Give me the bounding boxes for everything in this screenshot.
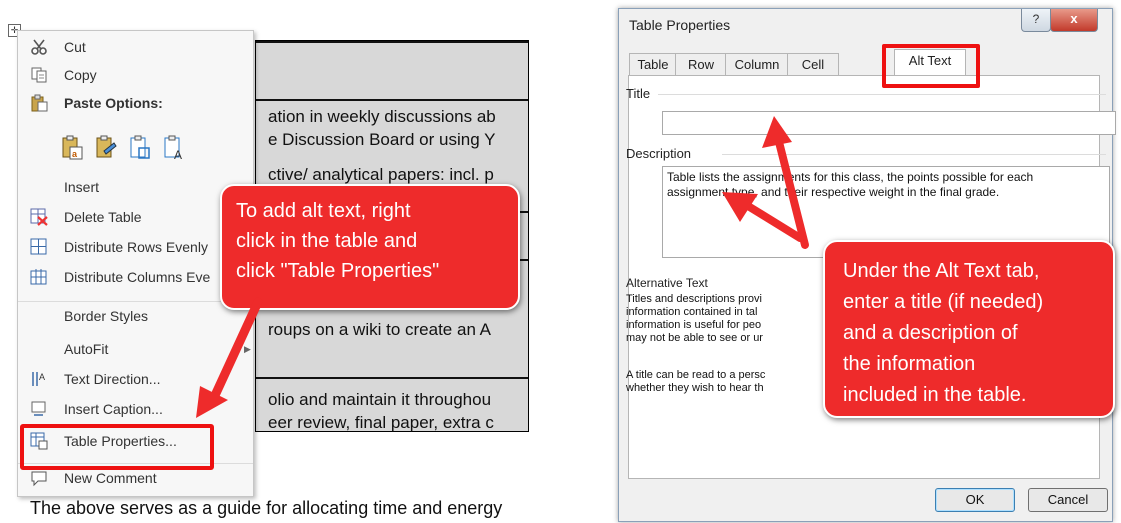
doc-line: e Discussion Board or using Y xyxy=(268,130,496,149)
delete-table-icon xyxy=(30,208,48,226)
tab-row[interactable]: Row xyxy=(675,53,727,76)
distribute-rows-icon xyxy=(30,238,47,255)
menu-label: Border Styles xyxy=(64,308,149,324)
ok-button[interactable]: OK xyxy=(935,488,1015,512)
alt-text-line: information contained in tal xyxy=(626,306,758,318)
paste-merge-formatting-icon[interactable] xyxy=(96,135,118,161)
menu-item-distribute-columns[interactable]: Distribute Columns Eve xyxy=(18,263,253,291)
svg-text:A: A xyxy=(39,372,45,382)
menu-item-paste-options: Paste Options: xyxy=(18,89,253,117)
cancel-button[interactable]: Cancel xyxy=(1028,488,1108,512)
callout-line: the information xyxy=(843,353,976,375)
paste-options-row: a A xyxy=(62,135,252,165)
text-direction-icon: A xyxy=(32,372,45,386)
caption-icon xyxy=(31,401,46,416)
menu-label: Text Direction... xyxy=(64,371,161,387)
menu-label: Insert xyxy=(64,179,100,195)
menu-item-cut[interactable]: Cut xyxy=(18,33,253,61)
paste-text-only-icon[interactable]: A xyxy=(164,135,186,161)
alt-text-line: A title can be read to a persc xyxy=(626,369,766,381)
alt-text-line: Titles and descriptions provi xyxy=(626,293,762,305)
menu-label: Paste Options: xyxy=(64,95,163,111)
callout-line: included in the table. xyxy=(843,384,1027,406)
alt-text-line: may not be able to see or ur xyxy=(626,332,763,344)
help-button[interactable]: ? xyxy=(1021,9,1051,32)
doc-line: olio and maintain it throughou xyxy=(268,390,492,409)
comment-icon xyxy=(31,471,47,487)
alt-text-line: information is useful for peo xyxy=(626,319,762,331)
menu-label: AutoFit xyxy=(64,341,109,357)
menu-label: Copy xyxy=(64,67,97,83)
dialog-title: Table Properties xyxy=(629,17,731,33)
alt-text-line: whether they wish to hear th xyxy=(626,382,764,394)
callout-line: click in the table and xyxy=(236,230,418,252)
alt-text-tab-highlight xyxy=(882,44,980,88)
menu-label: Distribute Rows Evenly xyxy=(64,239,208,255)
menu-label: Cut xyxy=(64,39,86,55)
title-label: Title xyxy=(626,86,651,101)
callout-line: Under the Alt Text tab, xyxy=(843,260,1040,282)
menu-item-delete-table[interactable]: Delete Table xyxy=(18,203,253,231)
doc-line: roups on a wiki to create an A xyxy=(268,320,492,339)
callout-line: click "Table Properties" xyxy=(236,260,440,282)
menu-item-distribute-rows[interactable]: Distribute Rows Evenly xyxy=(18,233,253,261)
paste-keep-formatting-icon[interactable]: a xyxy=(62,135,84,161)
doc-line: ation in weekly discussions ab xyxy=(268,107,496,126)
instruction-callout-right: Under the Alt Text tab, enter a title (i… xyxy=(823,240,1115,418)
alt-text-heading: Alternative Text xyxy=(626,276,708,290)
menu-label: Distribute Columns Eve xyxy=(64,269,211,285)
tab-table[interactable]: Table xyxy=(629,53,677,76)
table-properties-highlight xyxy=(20,424,214,470)
divider xyxy=(658,94,1106,95)
menu-item-copy[interactable]: Copy xyxy=(18,61,253,89)
callout-line: enter a title (if needed) xyxy=(843,291,1044,313)
doc-line: ctive/ analytical papers: incl. p xyxy=(268,165,494,184)
paste-picture-icon[interactable] xyxy=(130,135,152,161)
doc-heading xyxy=(75,0,395,18)
callout-line: and a description of xyxy=(843,322,1018,344)
arrows-to-fields xyxy=(722,116,809,249)
clipboard-icon xyxy=(31,94,48,112)
description-label: Description xyxy=(626,146,692,161)
callout-line: To add alt text, right xyxy=(236,200,411,222)
menu-item-insert[interactable]: Insert xyxy=(18,173,253,201)
tab-column[interactable]: Column xyxy=(725,53,789,76)
menu-label: Insert Caption... xyxy=(64,401,163,417)
scissors-icon xyxy=(31,39,47,55)
tab-cell[interactable]: Cell xyxy=(787,53,839,76)
close-button[interactable]: x xyxy=(1050,9,1098,32)
doc-line: eer review, final paper, extra c xyxy=(268,413,494,432)
copy-icon xyxy=(31,67,47,83)
svg-text:A: A xyxy=(174,148,182,161)
menu-label: Delete Table xyxy=(64,209,142,225)
arrow-to-table-properties xyxy=(196,297,263,418)
doc-bottom-text: The above serves as a guide for allocati… xyxy=(30,498,503,518)
distribute-columns-icon xyxy=(30,269,47,285)
title-bar: Table Properties ? x xyxy=(619,9,1112,41)
word-document-panel: ation in weekly discussions ab e Discuss… xyxy=(0,0,560,523)
